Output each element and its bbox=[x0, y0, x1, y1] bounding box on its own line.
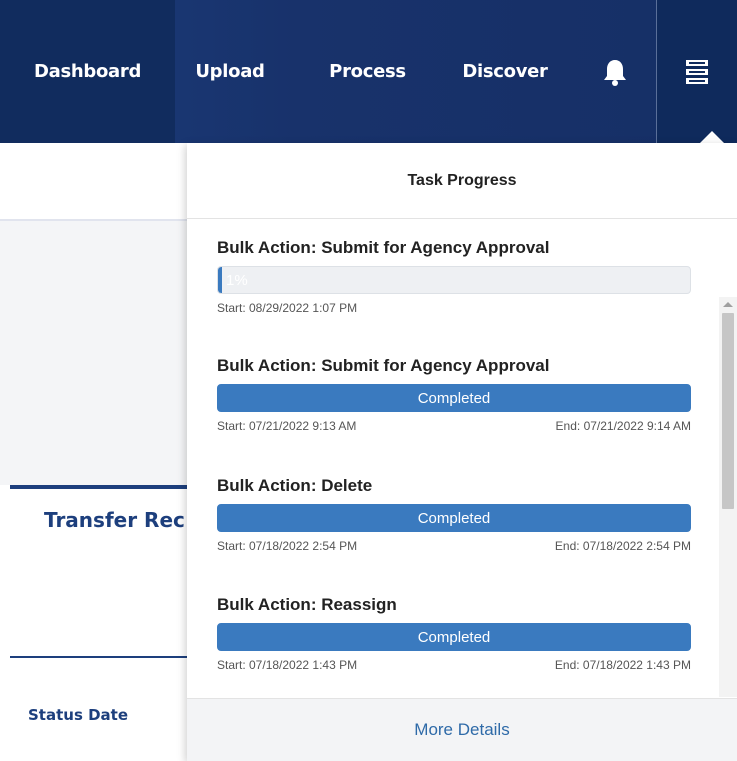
scroll-up-arrow-icon[interactable] bbox=[723, 302, 733, 307]
task-title: Bulk Action: Submit for Agency Approval bbox=[217, 238, 550, 257]
task-title: Bulk Action: Submit for Agency Approval bbox=[217, 356, 550, 375]
task-start: Start: 07/18/2022 1:43 PM bbox=[217, 658, 358, 672]
task-item: Bulk Action: Submit for Agency Approval … bbox=[217, 354, 691, 434]
table-rule bbox=[10, 656, 187, 658]
task-item: Bulk Action: Delete Completed Start: 07/… bbox=[217, 474, 691, 554]
dropdown-caret bbox=[700, 131, 724, 143]
scroll-thumb[interactable] bbox=[722, 313, 734, 509]
section-title: Transfer Rec bbox=[44, 508, 185, 532]
task-end: End: 07/18/2022 1:43 PM bbox=[554, 658, 691, 672]
dropdown-title: Task Progress bbox=[187, 143, 737, 219]
more-details-link[interactable]: More Details bbox=[187, 698, 737, 761]
task-start: Start: 07/18/2022 2:54 PM bbox=[217, 539, 358, 553]
section-rule bbox=[10, 485, 187, 489]
notifications-button[interactable] bbox=[580, 0, 650, 143]
task-meta: Start: 08/29/2022 1:07 PM bbox=[217, 300, 691, 316]
bell-icon bbox=[604, 59, 626, 86]
nav-process[interactable]: Process bbox=[285, 0, 450, 143]
top-nav: Dashboard Upload Process Discover bbox=[0, 0, 737, 143]
nav-dashboard[interactable]: Dashboard bbox=[0, 0, 175, 143]
task-meta: Start: 07/18/2022 1:43 PM End: 07/18/202… bbox=[217, 657, 691, 673]
progress-bar: 1% bbox=[217, 266, 691, 294]
progress-label: Completed bbox=[417, 509, 491, 527]
progress-bar: Completed bbox=[217, 623, 691, 651]
task-title: Bulk Action: Delete bbox=[217, 476, 373, 495]
progress-label: 1% bbox=[226, 271, 248, 289]
task-progress-dropdown: Task Progress Bulk Action: Submit for Ag… bbox=[187, 143, 737, 761]
nav-discover[interactable]: Discover bbox=[450, 0, 560, 143]
task-start: Start: 07/21/2022 9:13 AM bbox=[217, 419, 357, 433]
nav-upload[interactable]: Upload bbox=[175, 0, 285, 143]
task-end: End: 07/18/2022 2:54 PM bbox=[554, 539, 691, 553]
task-end: End: 07/21/2022 9:14 AM bbox=[555, 419, 691, 433]
task-meta: Start: 07/18/2022 2:54 PM End: 07/18/202… bbox=[217, 538, 691, 554]
progress-label: Completed bbox=[417, 628, 491, 646]
task-list-scrollbar[interactable] bbox=[719, 297, 737, 697]
server-stack-icon bbox=[686, 59, 708, 84]
progress-bar: Completed bbox=[217, 504, 691, 532]
task-title: Bulk Action: Reassign bbox=[217, 595, 397, 614]
page-panel bbox=[0, 221, 187, 485]
progress-label: Completed bbox=[417, 389, 491, 407]
task-list: Bulk Action: Submit for Agency Approval … bbox=[187, 220, 737, 697]
column-header-status-date[interactable]: Status Date bbox=[28, 706, 128, 724]
task-meta: Start: 07/21/2022 9:13 AM End: 07/21/202… bbox=[217, 418, 691, 434]
progress-bar: Completed bbox=[217, 384, 691, 412]
task-item: Bulk Action: Submit for Agency Approval … bbox=[217, 236, 691, 316]
task-item: Bulk Action: Reassign Completed Start: 0… bbox=[217, 593, 691, 673]
task-start: Start: 08/29/2022 1:07 PM bbox=[217, 301, 358, 315]
task-menu-button[interactable] bbox=[656, 0, 737, 143]
